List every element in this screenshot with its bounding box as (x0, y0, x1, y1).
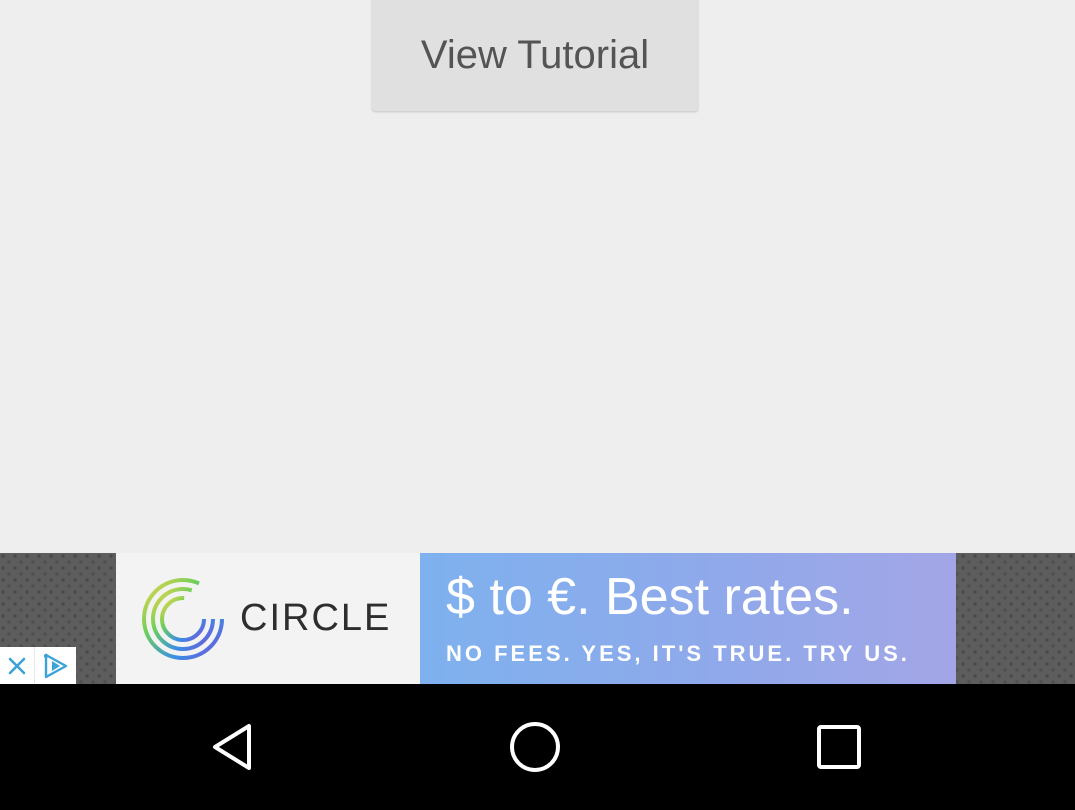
back-triangle-icon (213, 724, 251, 770)
ad-brand-name: CIRCLE (240, 597, 392, 639)
nav-home-button[interactable] (475, 684, 595, 810)
recents-square-icon (817, 725, 861, 769)
ad-close-button[interactable] (0, 647, 35, 684)
ad-controls (0, 647, 76, 684)
close-icon (8, 657, 26, 674)
nav-recents-button[interactable] (779, 684, 899, 810)
adchoices-icon (43, 653, 67, 678)
circle-logo-icon (142, 577, 224, 660)
ad-message-panel[interactable]: $ to €. Best rates. NO FEES. YES, IT'S T… (420, 553, 956, 684)
home-circle-icon (510, 722, 560, 772)
app-screen: View Tutorial CIRCLE $ to €. Best rates.… (0, 0, 1075, 810)
adchoices-button[interactable] (35, 647, 76, 684)
ad-headline: $ to €. Best rates. (446, 568, 854, 626)
main-content: View Tutorial (0, 0, 1075, 553)
ad-subline: NO FEES. YES, IT'S TRUE. TRY US. (446, 641, 910, 666)
ad-brand-panel[interactable]: CIRCLE (116, 553, 420, 684)
view-tutorial-button[interactable]: View Tutorial (372, 0, 698, 111)
ad-banner[interactable]: CIRCLE $ to €. Best rates. NO FEES. YES,… (116, 553, 956, 684)
system-navigation-bar (0, 684, 1075, 810)
nav-back-button[interactable] (174, 684, 294, 810)
ad-banner-strip: CIRCLE $ to €. Best rates. NO FEES. YES,… (0, 553, 1075, 684)
